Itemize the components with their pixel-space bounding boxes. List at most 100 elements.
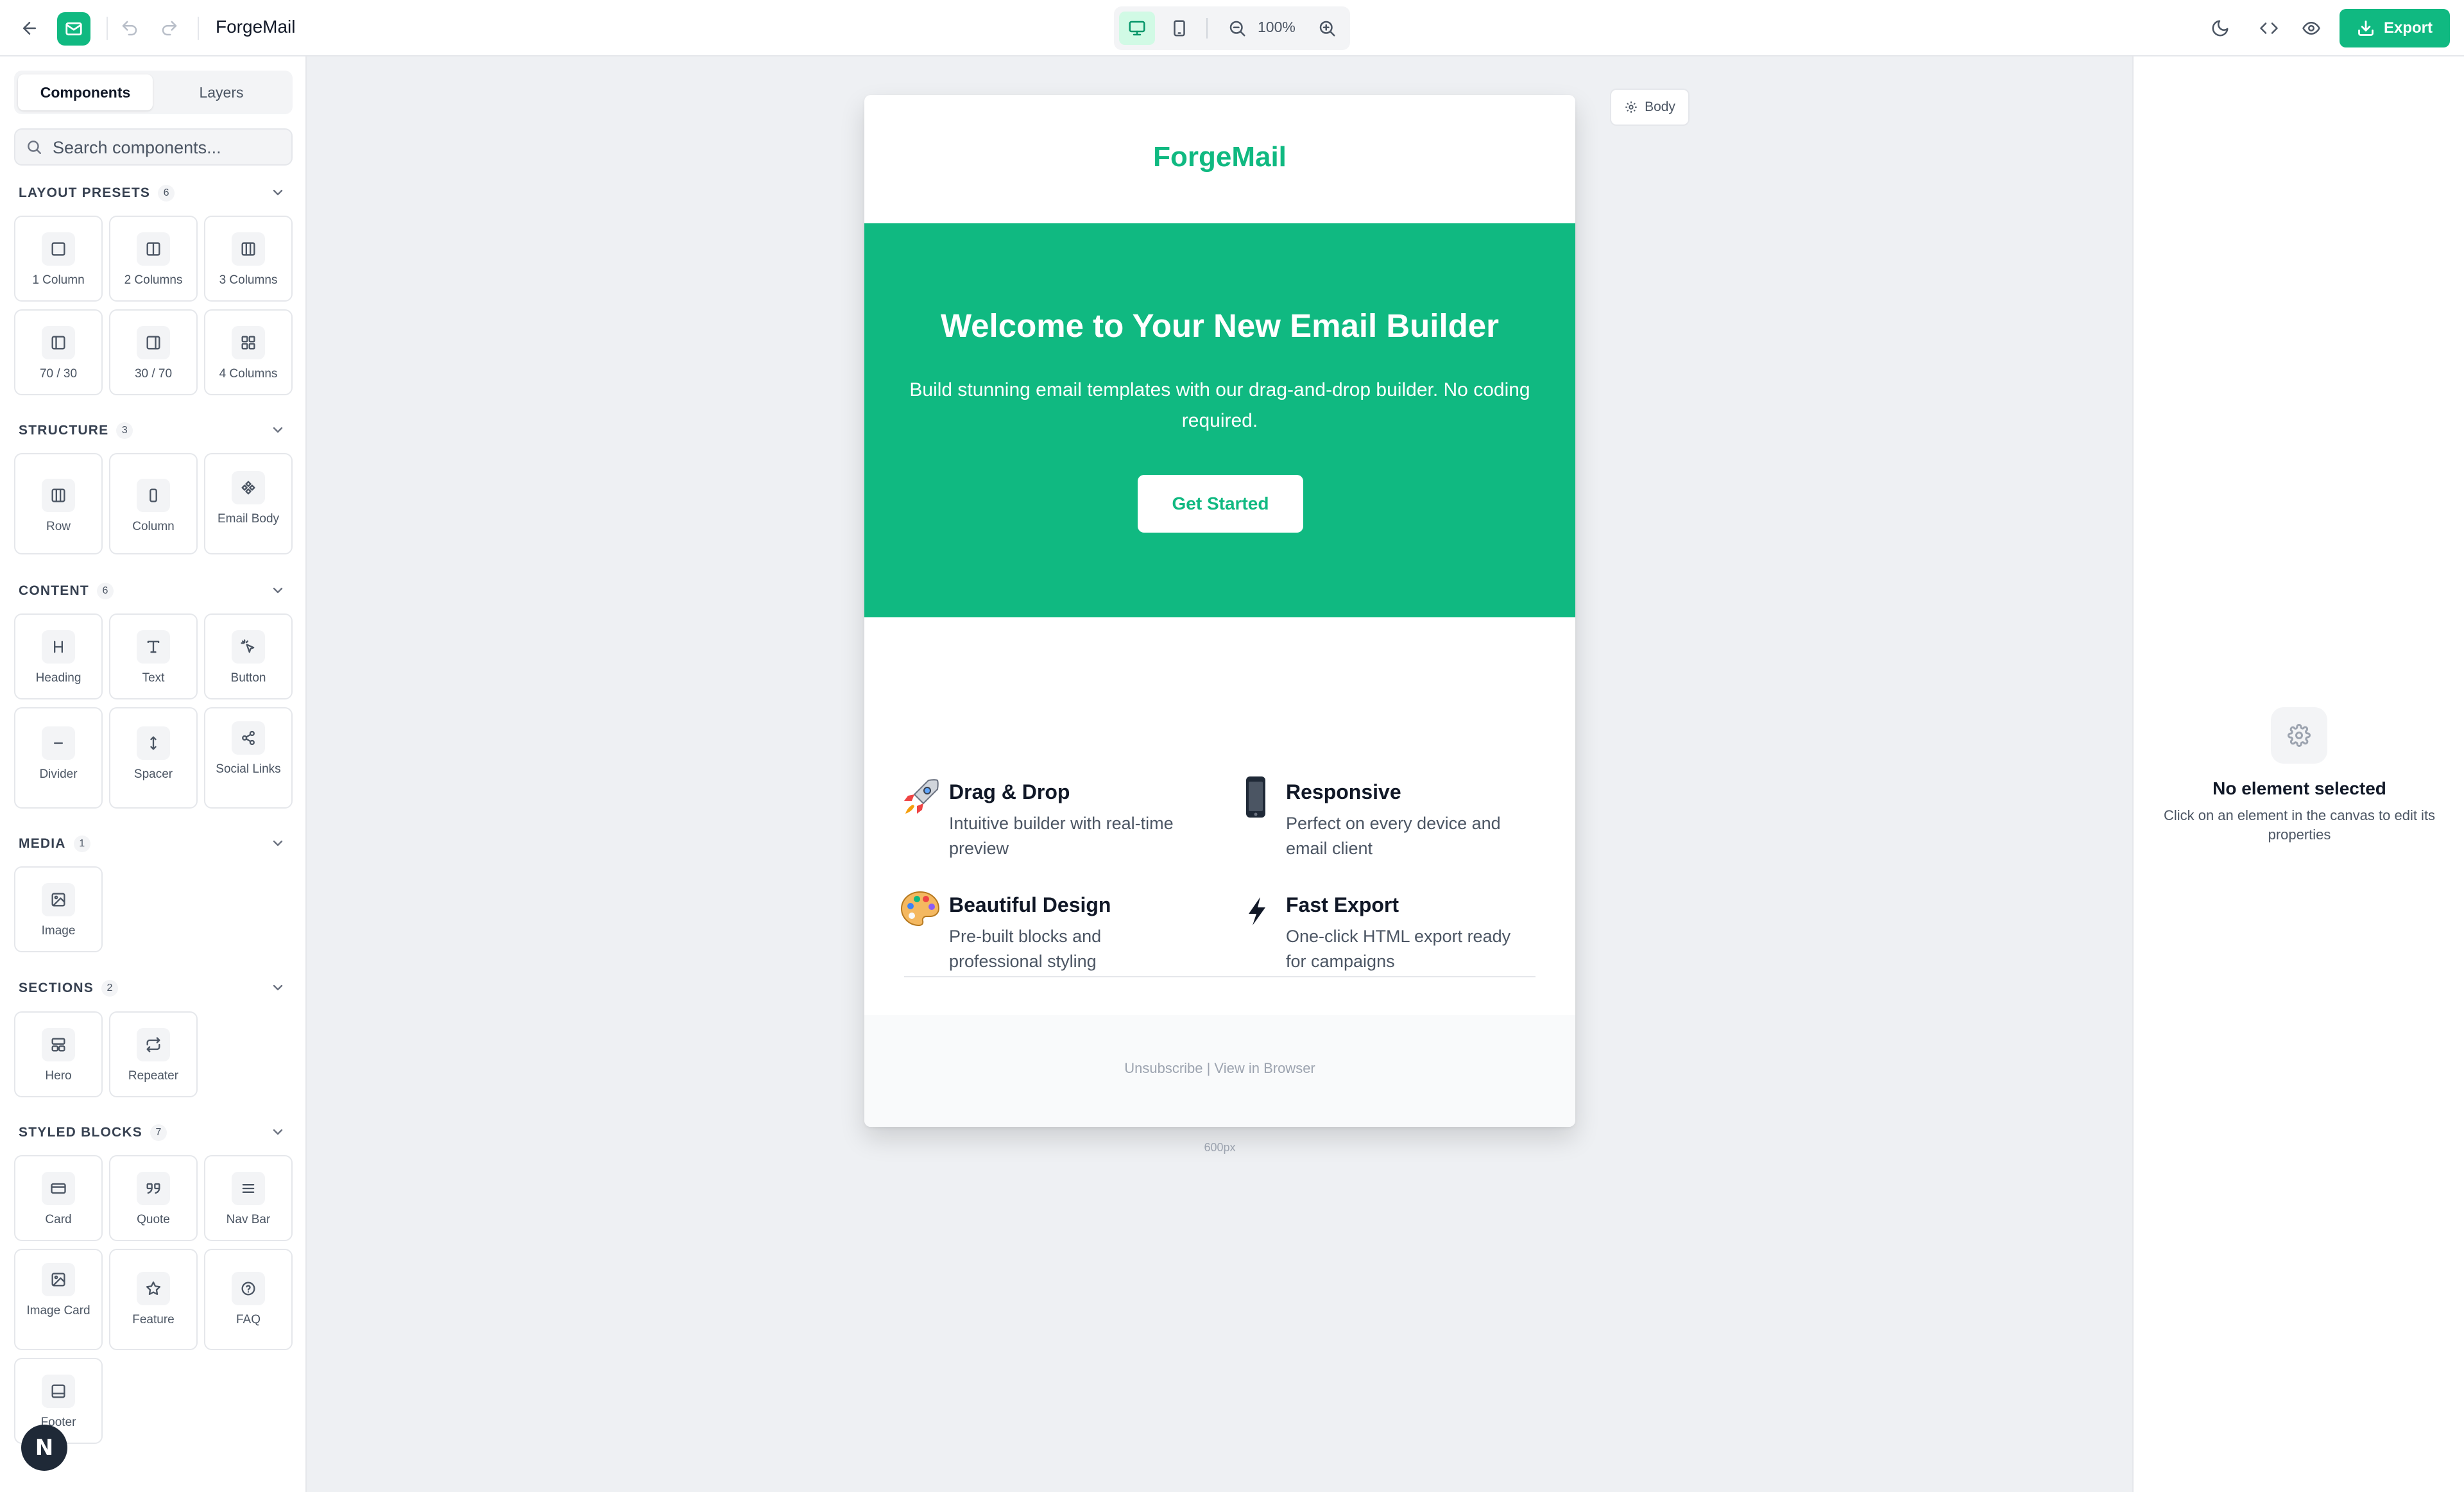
quote-icon [137,1172,170,1205]
component-4-columns[interactable]: 4 Columns [204,309,293,395]
component-label: Feature [132,1313,175,1326]
monitor-icon [1129,21,1145,36]
email-body-icon [232,471,265,504]
rocket-icon [904,779,939,814]
component-1-column[interactable]: 1 Column [14,216,103,302]
star-icon [137,1272,170,1305]
component-quote[interactable]: Quote [109,1155,198,1241]
zoom-in-button[interactable] [1315,17,1339,40]
component-repeater[interactable]: Repeater [109,1011,198,1097]
component-label: 4 Columns [219,367,278,381]
artist-palette-icon [900,891,940,927]
pointer-click-icon [232,630,265,664]
section-count: 1 [73,836,90,852]
section-header-structure[interactable]: STRUCTURE 3 [19,421,288,440]
properties-panel: No element selected Click on an element … [2132,56,2464,1492]
component-faq[interactable]: FAQ [204,1249,293,1350]
footer-layout-icon [42,1375,75,1408]
component-70-30[interactable]: 70 / 30 [14,309,103,395]
desktop-view-toggle[interactable] [1125,17,1149,40]
share-icon [232,721,265,755]
component-label: Card [45,1213,72,1226]
redo-button[interactable] [158,17,181,40]
image-icon [42,1263,75,1296]
undo-button[interactable] [118,17,141,40]
tab-layers[interactable]: Layers [154,74,289,110]
hero-title[interactable]: Welcome to Your New Email Builder [864,307,1575,345]
component-button[interactable]: Button [204,613,293,699]
email-logo-text[interactable]: ForgeMail [864,141,1575,173]
preview-button[interactable] [2300,17,2323,40]
component-email-body[interactable]: Email Body [204,453,293,554]
search-input[interactable] [53,136,284,159]
arrow-left-icon [23,22,36,35]
dev-tools-badge[interactable]: N [21,1425,67,1471]
search-icon [28,141,41,154]
component-2-columns[interactable]: 2 Columns [109,216,198,302]
component-label: FAQ [235,1313,261,1326]
component-30-70[interactable]: 30 / 70 [109,309,198,395]
component-image[interactable]: Image [14,866,103,952]
feature-description: Intuitive builder with real-time preview [949,814,1174,858]
section-header-media[interactable]: MEDIA 1 [19,834,288,853]
body-selector-button[interactable]: Body [1610,89,1690,126]
email-divider[interactable] [904,976,1536,977]
component-label: 3 Columns [219,273,278,287]
heading-icon [42,630,75,664]
mobile-phone-icon [1246,776,1265,818]
feature-title: Drag & Drop [949,780,1070,803]
component-card[interactable]: Card [14,1155,103,1241]
section-header-styled-blocks[interactable]: STYLED BLOCKS 7 [19,1123,288,1142]
question-circle-icon [232,1272,265,1305]
email-preview[interactable]: ForgeMail Welcome to Your New Email Buil… [864,95,1575,1127]
component-spacer[interactable]: Spacer [109,707,198,809]
section-header-sections[interactable]: SECTIONS 2 [19,979,288,998]
redo-icon [162,21,177,36]
email-footer[interactable]: Unsubscribe | View in Browser [864,1015,1575,1127]
footer-links[interactable]: Unsubscribe | View in Browser [864,1060,1575,1077]
repeat-icon [137,1028,170,1061]
moon-icon [2212,20,2229,37]
component-divider[interactable]: Divider [14,707,103,809]
section-header-content[interactable]: CONTENT 6 [19,581,288,601]
chevron-down-icon [273,984,283,991]
component-label: Nav Bar [226,1213,271,1226]
code-view-button[interactable] [2257,17,2280,40]
hero-subtitle[interactable]: Build stunning email templates with our … [909,375,1530,436]
feature-description: Pre-built blocks and professional stylin… [949,927,1102,971]
component-row[interactable]: Row [14,453,103,554]
component-text[interactable]: Text [109,613,198,699]
component-image-card[interactable]: Image Card [14,1249,103,1350]
component-nav-bar[interactable]: Nav Bar [204,1155,293,1241]
component-hero[interactable]: Hero [14,1011,103,1097]
component-feature[interactable]: Feature [109,1249,198,1350]
tab-components[interactable]: Components [18,74,153,110]
hero-section[interactable]: Welcome to Your New Email Builder Build … [864,223,1575,617]
zoom-out-button[interactable] [1226,17,1249,40]
section-header-layout-presets[interactable]: LAYOUT PRESETS 6 [19,184,288,203]
divider [198,17,199,40]
mobile-view-button[interactable] [1168,17,1191,40]
divider [1206,18,1208,39]
component-label: Text [142,671,165,685]
component-label: 30 / 70 [134,367,173,381]
split-70-30-icon [42,326,75,359]
export-button[interactable]: Export [2340,9,2450,47]
component-label: Heading [35,671,81,685]
component-column[interactable]: Column [109,453,198,554]
component-search [14,128,293,166]
component-label: 70 / 30 [39,367,78,381]
get-started-button[interactable]: Get Started [1138,475,1303,533]
component-3-columns[interactable]: 3 Columns [204,216,293,302]
component-heading[interactable]: Heading [14,613,103,699]
component-label: Social Links [216,762,281,776]
lightning-icon [1249,897,1265,925]
theme-toggle-button[interactable] [2209,17,2232,40]
settings-placeholder [2271,707,2327,764]
section-title: MEDIA [19,836,66,851]
back-button[interactable] [18,17,41,40]
component-label: Hero [45,1069,72,1083]
component-social-links[interactable]: Social Links [204,707,293,809]
export-label: Export [2383,19,2433,37]
component-label: Quote [137,1213,170,1226]
